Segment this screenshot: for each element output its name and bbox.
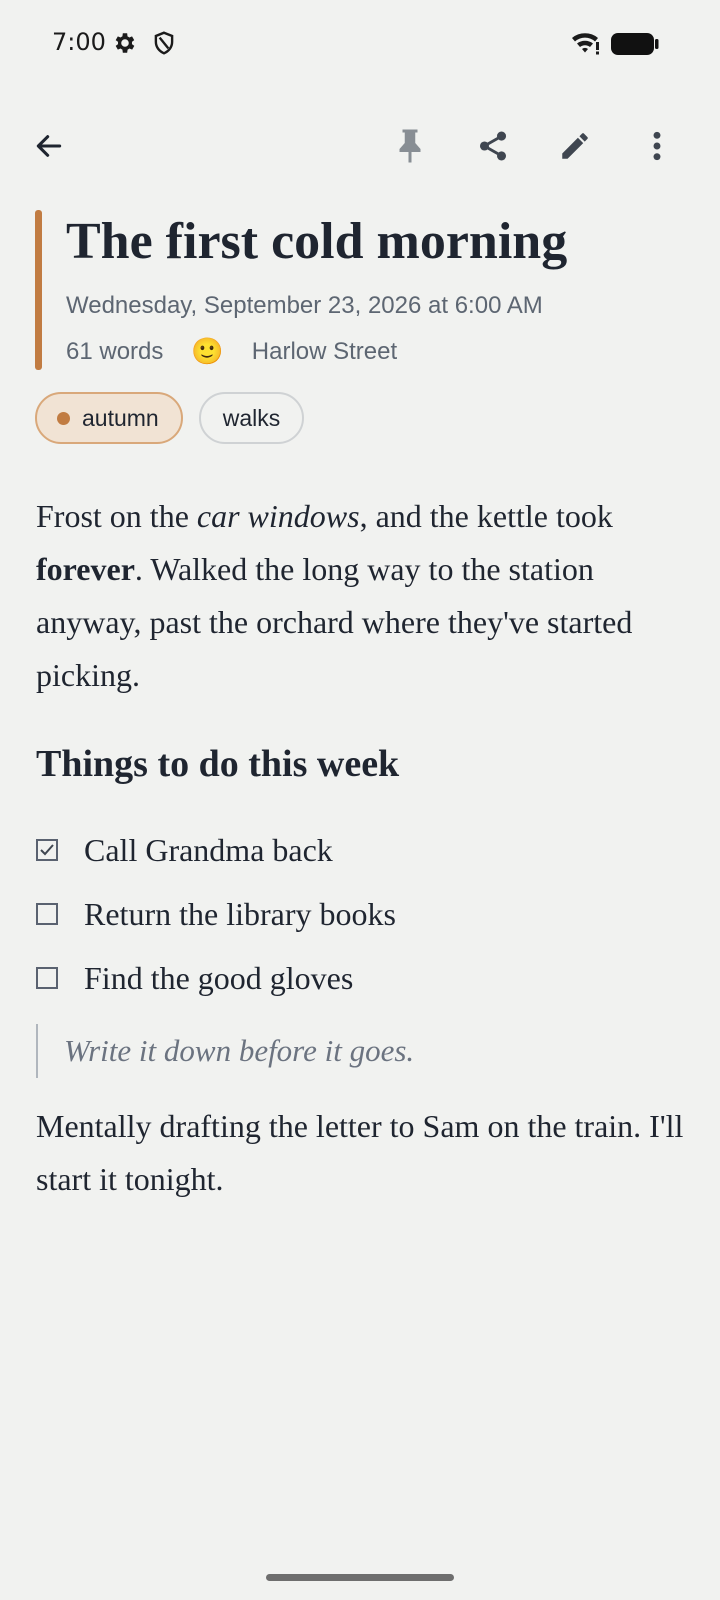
tag-color-dot	[57, 411, 70, 425]
body-paragraph-2: Mentally drafting the letter to Sam on t…	[36, 1108, 684, 1197]
pin-icon	[395, 128, 425, 169]
word-count: 61 words	[66, 337, 164, 365]
back-arrow-icon	[33, 130, 65, 167]
shield-icon	[151, 30, 177, 61]
checklist-item[interactable]: Call Grandma back	[36, 818, 396, 882]
text-run: , and the kettle took	[359, 498, 613, 534]
share-button[interactable]	[465, 120, 521, 176]
battery-icon	[610, 32, 660, 61]
tag-list: autumn walks	[35, 392, 320, 444]
entry-title: The first cold morning	[66, 213, 568, 270]
checkbox-unchecked-icon[interactable]	[36, 967, 58, 989]
bold-text: forever	[36, 551, 135, 587]
checklist-label: Find the good gloves	[84, 959, 354, 996]
home-indicator[interactable]	[266, 1574, 454, 1581]
block-quote: Write it down before it goes.	[36, 1024, 414, 1078]
checklist-item[interactable]: Find the good gloves	[36, 946, 396, 1010]
more-vert-icon	[651, 130, 663, 167]
share-icon	[476, 128, 510, 169]
checkbox-unchecked-icon[interactable]	[36, 903, 58, 925]
edit-button[interactable]	[547, 120, 603, 176]
status-time: 7:00	[52, 28, 106, 56]
entry-date: Wednesday, September 23, 2026 at 6:00 AM	[66, 292, 543, 319]
gear-icon	[112, 30, 138, 61]
checklist: Call Grandma back Return the library boo…	[36, 818, 396, 1010]
status-bar: 7:00	[0, 0, 720, 90]
tag-chip-walks[interactable]: walks	[198, 392, 305, 444]
mood-emoji-icon: 🙂	[191, 336, 224, 366]
checklist-label: Call Grandma back	[84, 831, 333, 868]
pin-button[interactable]	[382, 120, 438, 176]
entry-accent-bar	[35, 210, 42, 370]
body-paragraph: Frost on the car windows, and the kettle…	[36, 490, 686, 702]
edit-pencil-icon	[558, 129, 592, 168]
tag-chip-autumn[interactable]: autumn	[35, 392, 183, 444]
back-button[interactable]	[21, 120, 77, 176]
more-options-button[interactable]	[629, 120, 685, 176]
tag-label: autumn	[82, 404, 159, 431]
top-app-bar	[0, 110, 720, 190]
wifi-icon	[570, 30, 602, 61]
section-heading: Things to do this week	[36, 743, 400, 785]
entry-location: Harlow Street	[251, 337, 398, 365]
entry-body: Frost on the car windows, and the kettle…	[36, 490, 686, 702]
checkbox-checked-icon[interactable]	[36, 839, 58, 861]
checklist-label: Return the library books	[84, 895, 396, 932]
tag-label: walks	[222, 404, 281, 431]
entry-meta: 61 words 🙂 Harlow Street	[66, 336, 397, 367]
checklist-item[interactable]: Return the library books	[36, 882, 396, 946]
text-run: Frost on the	[36, 498, 197, 534]
italic-text: car windows	[196, 498, 360, 534]
